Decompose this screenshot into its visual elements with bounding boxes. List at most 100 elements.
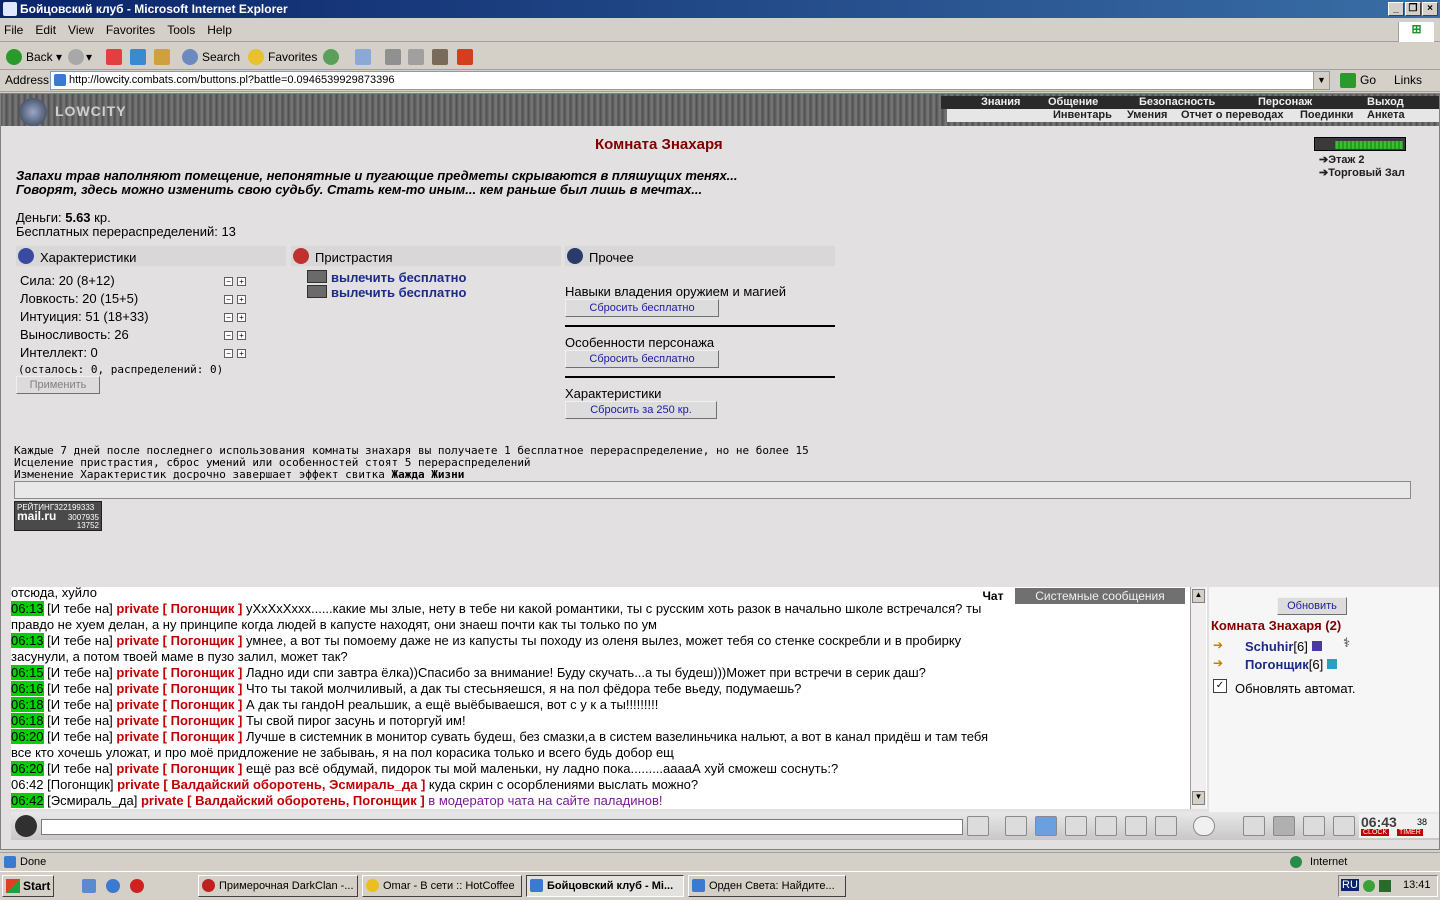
- endurance-plus-button[interactable]: +: [237, 331, 246, 340]
- opera-icon: [202, 879, 215, 892]
- menu-edit[interactable]: Edit: [29, 20, 62, 40]
- intellect-plus-button[interactable]: +: [237, 349, 246, 358]
- nav-fights[interactable]: Поединки: [1300, 109, 1353, 122]
- info-note-3: Изменение Характеристик досрочно заверша…: [14, 468, 465, 481]
- strength-minus-button[interactable]: −: [224, 277, 233, 286]
- task-darkclan[interactable]: Примерочная DarkClan -...: [198, 875, 358, 897]
- menu-help[interactable]: Help: [201, 20, 238, 40]
- smiley-icon[interactable]: [1193, 816, 1215, 836]
- go-button[interactable]: Go: [1338, 71, 1386, 90]
- scroll-down-icon[interactable]: ▼: [1192, 791, 1205, 805]
- map-link-trade-hall[interactable]: ➔Торговый Зал: [1319, 166, 1405, 179]
- agility-plus-button[interactable]: +: [237, 295, 246, 304]
- nav-inventory[interactable]: Инвентарь: [1053, 109, 1112, 122]
- clock-widget: 06:43 38 CLOCK TIMER: [1359, 814, 1439, 838]
- stop-button[interactable]: [106, 47, 122, 67]
- nav-exit[interactable]: Выход: [1367, 96, 1404, 109]
- tab-chat[interactable]: Чат: [973, 588, 1013, 604]
- walk-icon[interactable]: [1095, 816, 1117, 836]
- tab-system-messages[interactable]: Системные сообщения: [1015, 588, 1185, 604]
- reset-stats-button[interactable]: Сбросить за 250 кр.: [565, 401, 717, 419]
- intuition-plus-button[interactable]: +: [237, 313, 246, 322]
- filter-icon[interactable]: [1035, 816, 1057, 836]
- sound-icon[interactable]: [1155, 816, 1177, 836]
- stat-agility: Ловкость: 20 (15+5): [20, 291, 139, 306]
- back-button[interactable]: Back ▾: [6, 47, 62, 67]
- language-indicator[interactable]: RU: [1341, 879, 1359, 891]
- user-schuhir[interactable]: Schuhir[6]: [1245, 639, 1322, 654]
- private-arrow-icon[interactable]: ➔: [1213, 656, 1233, 670]
- menu-file[interactable]: File: [0, 20, 29, 40]
- strength-plus-button[interactable]: +: [237, 277, 246, 286]
- chat-message-input[interactable]: [41, 819, 963, 835]
- save-log-icon[interactable]: [1065, 816, 1087, 836]
- chat-scrollbar[interactable]: ▲ ▼: [1190, 587, 1206, 809]
- network-icon[interactable]: [1379, 880, 1391, 892]
- nav-knowledge[interactable]: Знания: [981, 96, 1020, 109]
- nav-character[interactable]: Персонаж: [1258, 96, 1312, 109]
- mail-button[interactable]: [355, 47, 379, 67]
- task-order-of-light[interactable]: Орден Света: Найдите...: [688, 875, 846, 897]
- map-link-floor2[interactable]: ➔Этаж 2: [1319, 153, 1365, 166]
- home-button[interactable]: [154, 47, 170, 67]
- start-button[interactable]: Start: [2, 875, 54, 897]
- stat-strength: Сила: 20 (8+12): [20, 273, 115, 288]
- edit-button[interactable]: [408, 47, 424, 67]
- quicklaunch-desktop-icon[interactable]: [82, 879, 96, 893]
- speak-head-icon[interactable]: [15, 815, 37, 837]
- send-icon[interactable]: [967, 816, 989, 836]
- intuition-minus-button[interactable]: −: [224, 313, 233, 322]
- scroll-up-icon[interactable]: ▲: [1192, 589, 1205, 603]
- nav-communication[interactable]: Общение: [1048, 96, 1098, 109]
- user-pogonshchik[interactable]: Погонщик[6]: [1245, 657, 1337, 672]
- quicklaunch-opera-icon[interactable]: [130, 879, 144, 893]
- address-dropdown-icon[interactable]: ▼: [1313, 72, 1329, 89]
- info-icon[interactable]: [1326, 659, 1337, 669]
- minimize-button[interactable]: _: [1388, 2, 1404, 16]
- cure-free-link-2[interactable]: вылечить бесплатно: [331, 285, 466, 300]
- info-icon[interactable]: [1311, 641, 1322, 651]
- lock-icon[interactable]: [1303, 816, 1325, 836]
- maximize-button[interactable]: ❐: [1405, 2, 1421, 16]
- exit-icon[interactable]: [1333, 816, 1355, 836]
- forward-button[interactable]: ▾: [68, 47, 92, 67]
- task-hotcoffee[interactable]: Omar - В сети :: HotCoffee: [362, 875, 522, 897]
- history-button[interactable]: [323, 47, 339, 67]
- search-button[interactable]: Search: [182, 47, 240, 67]
- menu-view[interactable]: View: [62, 20, 100, 40]
- agility-minus-button[interactable]: −: [224, 295, 233, 304]
- bag-icon[interactable]: [1243, 816, 1265, 836]
- cure-free-link-1[interactable]: вылечить бесплатно: [331, 270, 466, 285]
- print-button[interactable]: [385, 47, 401, 67]
- rating-counter[interactable]: РЕЙТИНГ322199333 mail.ru 3007935 13752: [14, 501, 102, 531]
- refresh-users-button[interactable]: Обновить: [1277, 597, 1347, 615]
- links-button[interactable]: Links: [1394, 73, 1422, 87]
- intellect-minus-button[interactable]: −: [224, 349, 233, 358]
- reset-features-button[interactable]: Сбросить бесплатно: [565, 350, 719, 368]
- quicklaunch-ie-icon[interactable]: [106, 879, 120, 893]
- minimap-progress: [1335, 141, 1403, 149]
- close-button[interactable]: ×: [1422, 2, 1438, 16]
- address-input[interactable]: http://lowcity.combats.com/buttons.pl?ba…: [50, 71, 1330, 90]
- endurance-minus-button[interactable]: −: [224, 331, 233, 340]
- icq-icon[interactable]: [1363, 880, 1375, 892]
- auto-refresh-checkbox[interactable]: ✓: [1213, 679, 1227, 693]
- discuss-button[interactable]: [432, 47, 448, 67]
- menu-tools[interactable]: Tools: [161, 20, 201, 40]
- menu-favorites[interactable]: Favorites: [100, 20, 161, 40]
- nav-profile[interactable]: Анкета: [1367, 109, 1405, 122]
- reset-skills-button[interactable]: Сбросить бесплатно: [565, 299, 719, 317]
- nav-security[interactable]: Безопасность: [1139, 96, 1215, 109]
- nav-skills[interactable]: Умения: [1127, 109, 1167, 122]
- addon-button[interactable]: [457, 47, 473, 67]
- refresh-button[interactable]: [130, 47, 146, 67]
- timer-label: TIMER: [1397, 829, 1423, 836]
- private-arrow-icon[interactable]: ➔: [1213, 638, 1233, 652]
- task-combats-ie[interactable]: Бойцовский клуб - Mi...: [526, 875, 684, 897]
- translit-icon[interactable]: [1125, 816, 1147, 836]
- apply-button[interactable]: Применить: [16, 376, 100, 394]
- nav-transfer-report[interactable]: Отчет о переводах: [1181, 109, 1284, 122]
- fight-icon[interactable]: [1273, 816, 1295, 836]
- favorites-button[interactable]: Favorites: [248, 47, 317, 67]
- clear-icon[interactable]: [1005, 816, 1027, 836]
